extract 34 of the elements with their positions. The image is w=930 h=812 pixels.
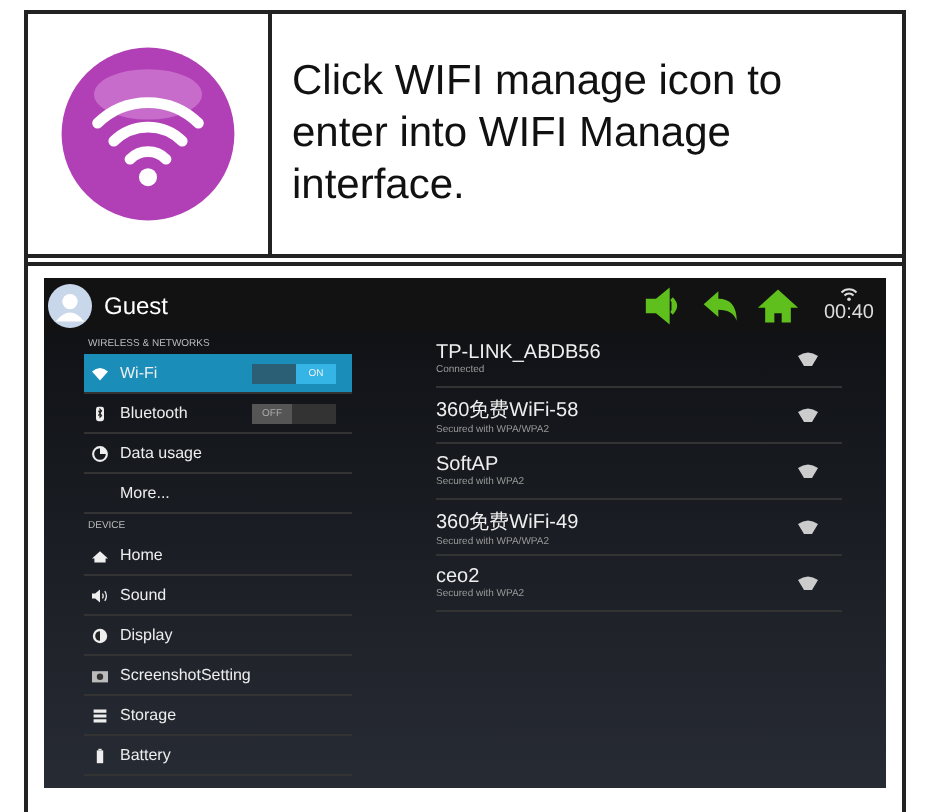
settings-item[interactable]: More... bbox=[84, 474, 352, 514]
clock-time: 00:40 bbox=[823, 302, 874, 324]
wifi-signal-icon bbox=[798, 464, 818, 478]
user-avatar-icon bbox=[48, 283, 92, 327]
network-name: SoftAP bbox=[436, 454, 501, 476]
settings-item[interactable]: Storage bbox=[84, 696, 352, 736]
home-icon[interactable] bbox=[755, 285, 800, 325]
network-name: TP-LINK_ABDB56 bbox=[436, 342, 603, 364]
bluetooth-icon bbox=[92, 405, 108, 421]
speaker-icon bbox=[92, 587, 108, 603]
settings-item[interactable]: Sound bbox=[84, 576, 352, 616]
brightness-icon bbox=[92, 627, 108, 643]
wifi-signal-icon bbox=[798, 520, 818, 534]
user-title: Guest bbox=[104, 291, 169, 319]
network-name: 360免费WiFi-49 bbox=[436, 509, 581, 535]
pie-chart-icon bbox=[92, 445, 108, 461]
settings-item[interactable]: Data usage bbox=[84, 434, 352, 474]
network-name: ceo2 bbox=[436, 566, 482, 588]
battery-icon bbox=[92, 747, 108, 763]
home-icon bbox=[92, 547, 108, 563]
wifi-signal-icon bbox=[798, 352, 818, 366]
wifi-signal-icon bbox=[798, 576, 818, 590]
settings-item[interactable]: Battery bbox=[84, 736, 352, 776]
settings-item[interactable]: Display bbox=[84, 616, 352, 656]
settings-item[interactable]: ScreenshotSetting bbox=[84, 656, 352, 696]
network-name: 360免费WiFi-58 bbox=[436, 397, 581, 423]
camera-icon bbox=[92, 667, 108, 683]
instruction-text: Click WIFI manage icon to enter into WIFI Manage interface. bbox=[292, 55, 785, 213]
settings-item[interactable]: Home bbox=[84, 536, 352, 576]
wifi-app-icon bbox=[58, 44, 238, 224]
wifi-signal-icon bbox=[798, 408, 818, 422]
storage-icon bbox=[92, 707, 108, 723]
wifi-signal-icon bbox=[839, 286, 858, 302]
wifi-icon bbox=[92, 365, 108, 381]
